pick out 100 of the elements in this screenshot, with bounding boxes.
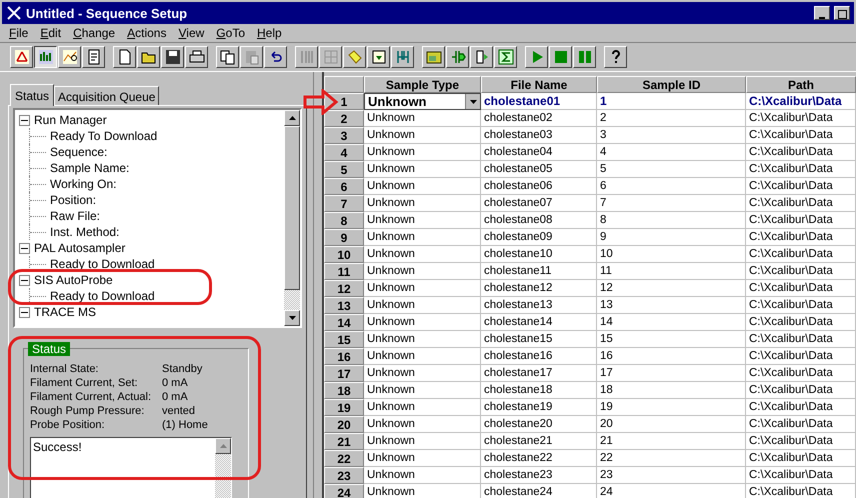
sample-type-dropdown[interactable]: Unknown xyxy=(364,93,481,110)
column-header[interactable]: Sample Type xyxy=(364,76,481,93)
row-number[interactable]: 12 xyxy=(324,280,364,297)
table-cell: 20 xyxy=(597,416,746,433)
row-number[interactable]: 11 xyxy=(324,263,364,280)
table-cell: 7 xyxy=(597,195,746,212)
row-number[interactable]: 24 xyxy=(324,484,364,498)
table-cell: 14 xyxy=(597,314,746,331)
table-cell: Unknown xyxy=(364,331,481,348)
table-cell: 19 xyxy=(597,399,746,416)
tree-item[interactable]: TRACE MS xyxy=(34,305,96,319)
table-cell: Unknown xyxy=(364,365,481,382)
table-cell: Unknown xyxy=(364,433,481,450)
row-number[interactable]: 23 xyxy=(324,467,364,484)
menu-item[interactable]: File xyxy=(4,26,34,40)
table-cell: Unknown xyxy=(364,280,481,297)
menu-item[interactable]: View xyxy=(173,26,210,40)
table-cell: C:\Xcalibur\Data xyxy=(746,195,856,212)
table-cell: 18 xyxy=(597,382,746,399)
row-number[interactable]: 5 xyxy=(324,161,364,178)
tab[interactable]: Acquisition Queue xyxy=(54,86,160,105)
toolbar-button[interactable] xyxy=(34,46,57,68)
row-number[interactable]: 15 xyxy=(324,331,364,348)
collapse-icon[interactable] xyxy=(19,242,30,254)
group-title: Status xyxy=(28,342,70,356)
row-number[interactable]: 19 xyxy=(324,399,364,416)
tree-item[interactable]: Raw File: xyxy=(50,209,100,223)
row-number[interactable]: 22 xyxy=(324,450,364,467)
table-cell: C:\Xcalibur\Data xyxy=(746,280,856,297)
column-header[interactable]: Path xyxy=(746,76,856,93)
row-number[interactable]: 4 xyxy=(324,144,364,161)
table-cell: cholestane15 xyxy=(481,331,597,348)
tree-item[interactable]: SIS AutoProbe xyxy=(34,273,113,287)
table-cell: Unknown xyxy=(364,178,481,195)
scrollbar[interactable] xyxy=(284,110,300,326)
tree-item[interactable]: Run Manager xyxy=(34,113,107,127)
table-cell: C:\Xcalibur\Data xyxy=(746,229,856,246)
tree-item[interactable]: Sample Name: xyxy=(50,161,130,175)
table-cell: Unknown xyxy=(364,416,481,433)
table-cell: C:\Xcalibur\Data xyxy=(746,161,856,178)
menu-item[interactable]: Edit xyxy=(35,26,66,40)
scroll-up-icon xyxy=(220,444,226,448)
menu-item[interactable]: Help xyxy=(252,26,287,40)
row-number[interactable]: 9 xyxy=(324,229,364,246)
row-number[interactable]: 6 xyxy=(324,178,364,195)
sigma-icon xyxy=(498,49,514,65)
column-header[interactable]: Sample ID xyxy=(597,76,746,93)
row-number[interactable]: 3 xyxy=(324,127,364,144)
maximize-button[interactable] xyxy=(834,6,850,20)
table-cell: Unknown xyxy=(364,246,481,263)
row-number[interactable]: 16 xyxy=(324,348,364,365)
collapse-icon[interactable] xyxy=(19,274,30,286)
table-cell: Unknown xyxy=(364,314,481,331)
collapse-icon[interactable] xyxy=(19,114,30,126)
menu-item[interactable]: Actions xyxy=(122,26,172,40)
table-cell: C:\Xcalibur\Data xyxy=(746,484,856,498)
collapse-icon[interactable] xyxy=(19,306,30,318)
table-cell: cholestane22 xyxy=(481,450,597,467)
scrollbar[interactable] xyxy=(215,438,231,498)
tree-item[interactable]: Position: xyxy=(50,193,96,207)
tree-item[interactable]: Sequence: xyxy=(50,145,108,159)
row-number[interactable]: 2 xyxy=(324,110,364,127)
table-cell: C:\Xcalibur\Data xyxy=(746,297,856,314)
row-number[interactable]: 8 xyxy=(324,212,364,229)
splitter[interactable] xyxy=(313,72,324,498)
print-icon xyxy=(188,49,204,65)
menu-item[interactable]: Change xyxy=(68,26,120,40)
tab[interactable]: Status xyxy=(10,84,54,106)
tree-item[interactable]: Ready To Download xyxy=(50,129,158,143)
table-cell: cholestane13 xyxy=(481,297,597,314)
table-cell: C:\Xcalibur\Data xyxy=(746,246,856,263)
save-icon xyxy=(164,49,180,65)
table-cell: 24 xyxy=(597,484,746,498)
tree-item[interactable]: Ready to Download xyxy=(50,289,155,303)
menu-item[interactable]: GoTo xyxy=(211,26,250,40)
row-number[interactable]: 18 xyxy=(324,382,364,399)
row-number[interactable]: 20 xyxy=(324,416,364,433)
tree-item[interactable]: Ready to Download xyxy=(50,257,155,271)
table-cell: 12 xyxy=(597,280,746,297)
row-number[interactable]: 7 xyxy=(324,195,364,212)
bars-icon xyxy=(38,49,54,65)
tree-item[interactable]: Inst. Method: xyxy=(50,225,120,239)
table-cell: C:\Xcalibur\Data xyxy=(746,263,856,280)
table-cell: cholestane03 xyxy=(481,127,597,144)
row-number[interactable]: 14 xyxy=(324,314,364,331)
row-number[interactable]: 21 xyxy=(324,433,364,450)
table-cell: Unknown xyxy=(364,110,481,127)
row-number[interactable]: 17 xyxy=(324,365,364,382)
tree-item[interactable]: Working On: xyxy=(50,177,116,191)
minimize-button[interactable] xyxy=(814,6,830,20)
columns-icon xyxy=(298,49,314,65)
column-header[interactable]: File Name xyxy=(481,76,597,93)
tree-item[interactable]: PAL Autosampler xyxy=(34,241,126,255)
table-cell: C:\Xcalibur\Data xyxy=(746,399,856,416)
table-cell: C:\Xcalibur\Data xyxy=(746,93,856,110)
table-cell: 10 xyxy=(597,246,746,263)
field-label: Rough Pump Pressure: xyxy=(30,405,146,417)
table-cell: Unknown xyxy=(364,297,481,314)
row-number[interactable]: 13 xyxy=(324,297,364,314)
row-number[interactable]: 10 xyxy=(324,246,364,263)
